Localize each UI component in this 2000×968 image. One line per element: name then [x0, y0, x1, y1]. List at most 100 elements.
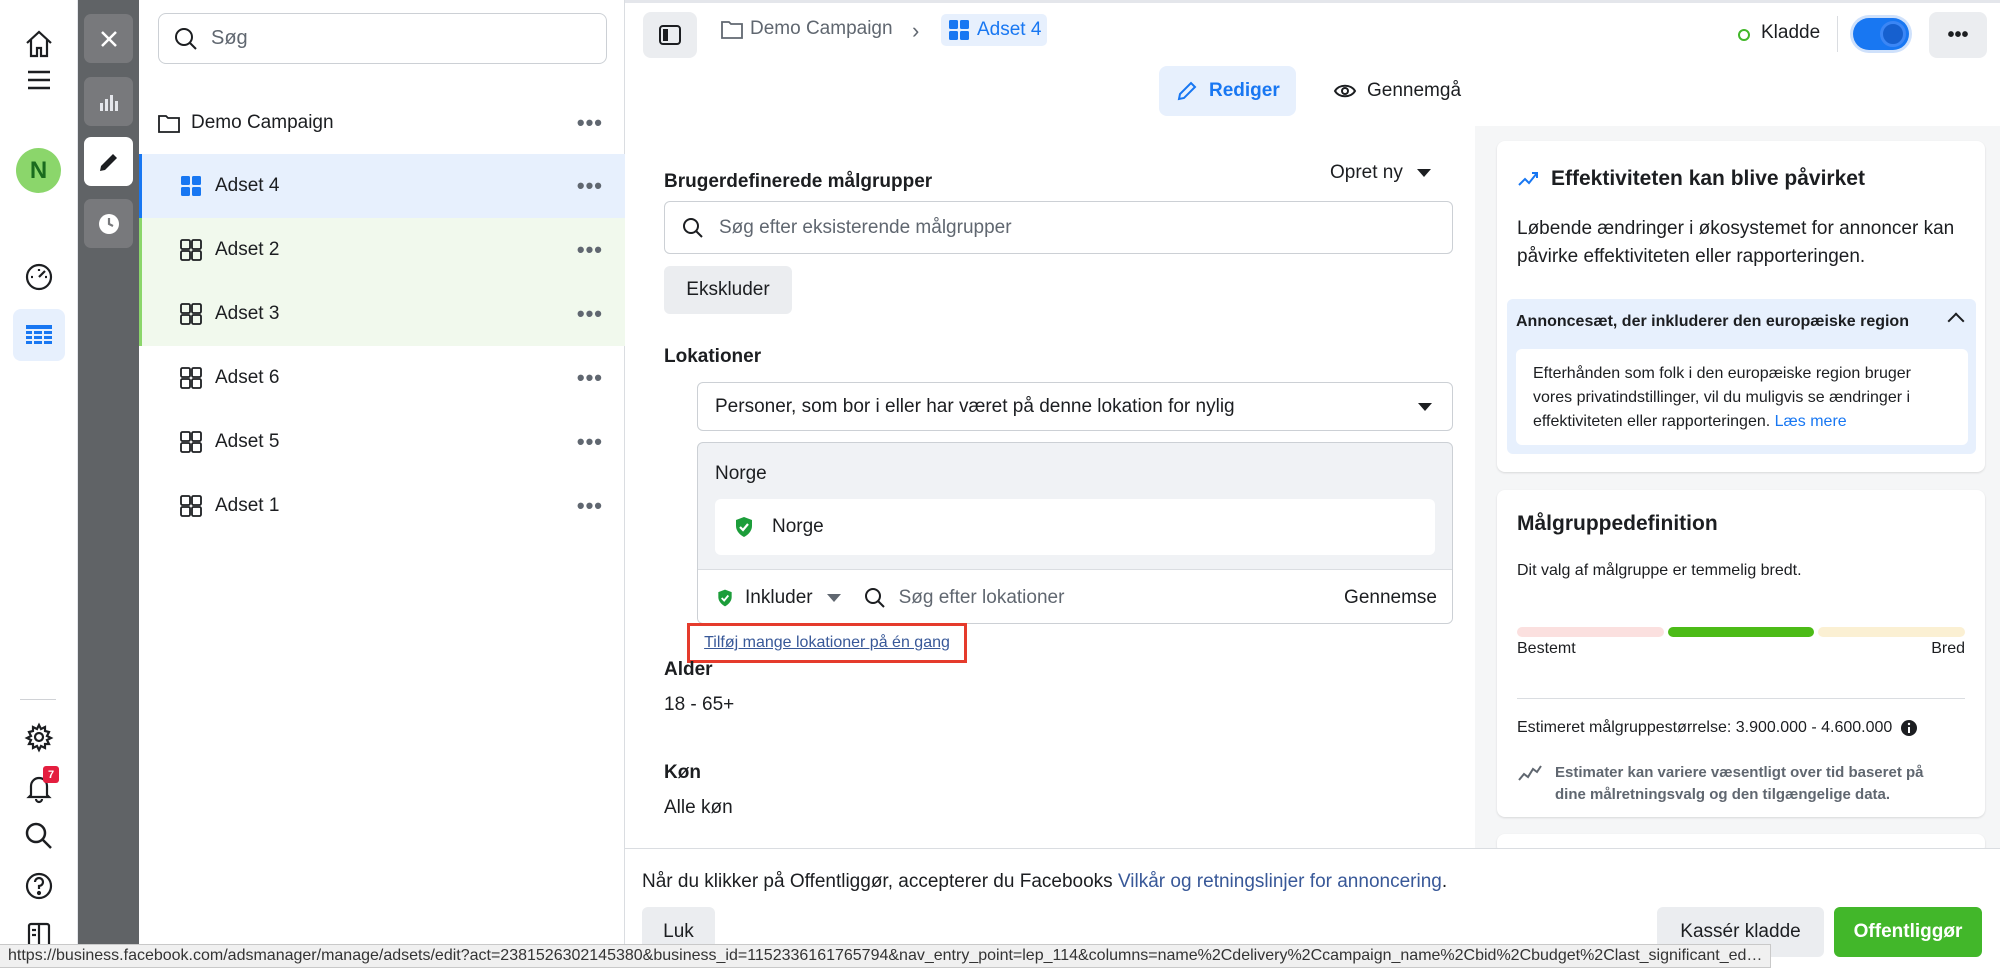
audience-search[interactable]	[664, 201, 1453, 254]
menu-icon[interactable]	[13, 54, 65, 106]
fluctuation-icon	[1518, 765, 1542, 781]
nav-rail: N 7	[0, 0, 78, 968]
list-search[interactable]	[158, 13, 607, 64]
divider	[625, 0, 2000, 3]
divider	[1837, 16, 1838, 52]
pencil-icon[interactable]	[84, 137, 133, 186]
location-search-row: Inkluder Gennemse	[698, 569, 1452, 623]
shield-check-icon	[718, 589, 732, 606]
exclude-button[interactable]: Ekskluder	[664, 266, 792, 314]
location-type-value: Personer, som bor i eller har været på d…	[715, 395, 1235, 417]
include-dropdown[interactable]: Inkluder	[745, 587, 813, 609]
targeting-form: Brugerdefinerede målgrupper Opret ny Eks…	[625, 126, 1475, 848]
adset-icon	[180, 239, 202, 261]
adset-label: Adset 4	[215, 175, 280, 196]
more-button[interactable]: •••	[1929, 12, 1987, 58]
publish-button[interactable]: Offentliggør	[1834, 907, 1982, 957]
settings-icon[interactable]	[13, 711, 65, 763]
breadcrumb-campaign-label: Demo Campaign	[750, 18, 893, 39]
age-label: Alder	[664, 659, 713, 680]
breadcrumb-adset[interactable]: Adset 4	[941, 14, 1048, 46]
audience-card-title: Målgruppedefinition	[1517, 512, 1718, 535]
add-many-locations-link[interactable]: Tilføj mange lokationer på én gang	[704, 634, 950, 652]
performance-card-body: Løbende ændringer i økosystemet for anno…	[1517, 218, 1955, 267]
terms-link[interactable]: Vilkår og retningslinjer for annoncering	[1118, 871, 1442, 892]
adset-row[interactable]: Adset 6 •••	[139, 346, 625, 410]
adset-row[interactable]: Adset 3 •••	[139, 282, 625, 346]
meter-segment	[1517, 627, 1664, 637]
meter-segment	[1667, 627, 1815, 637]
pencil-icon	[1177, 81, 1197, 101]
divider	[20, 699, 56, 700]
locations-label: Lokationer	[664, 346, 762, 367]
location-type-select[interactable]: Personer, som bor i eller har været på d…	[697, 382, 1453, 431]
terms-suffix: .	[1441, 871, 1448, 892]
adset-icon	[949, 20, 969, 40]
tab-edit[interactable]: Rediger	[1159, 66, 1296, 116]
tab-review[interactable]: Gennemgå	[1317, 66, 1477, 116]
list-search-input[interactable]	[211, 27, 591, 50]
adset-row[interactable]: Adset 2 •••	[139, 218, 625, 282]
add-many-locations-highlight: Tilføj mange lokationer på én gang	[687, 623, 967, 663]
adset-label: Adset 1	[215, 495, 280, 516]
adset-label: Adset 2	[215, 239, 280, 260]
chart-icon[interactable]	[84, 77, 133, 126]
avatar[interactable]: N	[16, 148, 61, 193]
notification-badge: 7	[43, 766, 59, 783]
location-search-input[interactable]	[898, 586, 1319, 609]
adset-row[interactable]: Adset 4 •••	[139, 154, 625, 218]
chevron-up-icon[interactable]	[1947, 312, 1965, 330]
browse-button[interactable]: Gennemse	[1344, 587, 1437, 609]
status-bar-url: https://business.facebook.com/adsmanager…	[0, 944, 1772, 968]
adset-row[interactable]: Adset 5 •••	[139, 410, 625, 474]
caret-down-icon	[1416, 169, 1431, 177]
active-toggle[interactable]	[1853, 18, 1909, 50]
terms-text: Når du klikker på Offentliggør, accepter…	[642, 871, 1447, 893]
adset-icon	[180, 303, 202, 325]
more-icon[interactable]: •••	[577, 429, 603, 455]
caret-down-icon	[1418, 403, 1432, 411]
caret-down-icon[interactable]	[826, 593, 841, 602]
close-icon[interactable]	[84, 14, 133, 63]
adset-row[interactable]: Adset 1 •••	[139, 474, 625, 538]
help-icon[interactable]	[13, 860, 65, 912]
search-icon	[683, 217, 703, 238]
dashboard-icon[interactable]	[13, 250, 65, 302]
sidebar-toggle-icon[interactable]	[643, 12, 697, 58]
chevron-right-icon: ›	[912, 18, 920, 43]
tab-review-label: Gennemgå	[1367, 80, 1462, 101]
campaign-row[interactable]: Demo Campaign •••	[139, 98, 625, 148]
folder-icon	[158, 115, 180, 133]
adset-label: Adset 5	[215, 431, 280, 452]
europe-notice-title: Annoncesæt, der inkluderer den europæisk…	[1516, 313, 1909, 330]
clock-icon[interactable]	[84, 199, 133, 248]
search-icon[interactable]	[13, 810, 65, 862]
custom-audiences-label: Brugerdefinerede målgrupper	[664, 171, 933, 192]
age-value[interactable]: 18 - 65+	[664, 694, 734, 716]
gender-value[interactable]: Alle køn	[664, 797, 733, 819]
search-icon	[864, 587, 885, 608]
location-chip[interactable]: Norge	[715, 499, 1435, 555]
tool-strip	[78, 0, 139, 968]
audience-estimate-text: Estimeret målgruppestørrelse: 3.900.000 …	[1517, 719, 1893, 736]
status-dot-icon	[1738, 29, 1750, 41]
more-icon[interactable]: •••	[577, 493, 603, 519]
more-icon[interactable]: •••	[577, 365, 603, 391]
europe-notice-body: Efterhånden som folk i den europæiske re…	[1516, 349, 1968, 445]
info-icon[interactable]	[1900, 719, 1918, 737]
adset-icon	[180, 495, 202, 517]
breadcrumb-campaign[interactable]: Demo Campaign	[720, 18, 893, 40]
performance-card-title: Effektiviteten kan blive påvirket	[1517, 167, 1865, 191]
table-icon[interactable]	[13, 309, 65, 361]
tab-edit-label: Rediger	[1209, 80, 1280, 101]
more-icon[interactable]: •••	[577, 237, 603, 263]
performance-card-title-text: Effektiviteten kan blive påvirket	[1551, 167, 1865, 190]
more-icon[interactable]: •••	[577, 110, 603, 136]
more-icon[interactable]: •••	[577, 173, 603, 199]
editor-header: Demo Campaign › Adset 4 Kladde ••• Redig…	[625, 0, 2000, 126]
read-more-link[interactable]: Læs mere	[1775, 413, 1847, 430]
audience-search-input[interactable]	[719, 216, 1419, 239]
create-new-dropdown[interactable]: Opret ny	[1330, 162, 1431, 184]
breadcrumb-adset-label: Adset 4	[977, 19, 1042, 40]
more-icon[interactable]: •••	[577, 301, 603, 327]
